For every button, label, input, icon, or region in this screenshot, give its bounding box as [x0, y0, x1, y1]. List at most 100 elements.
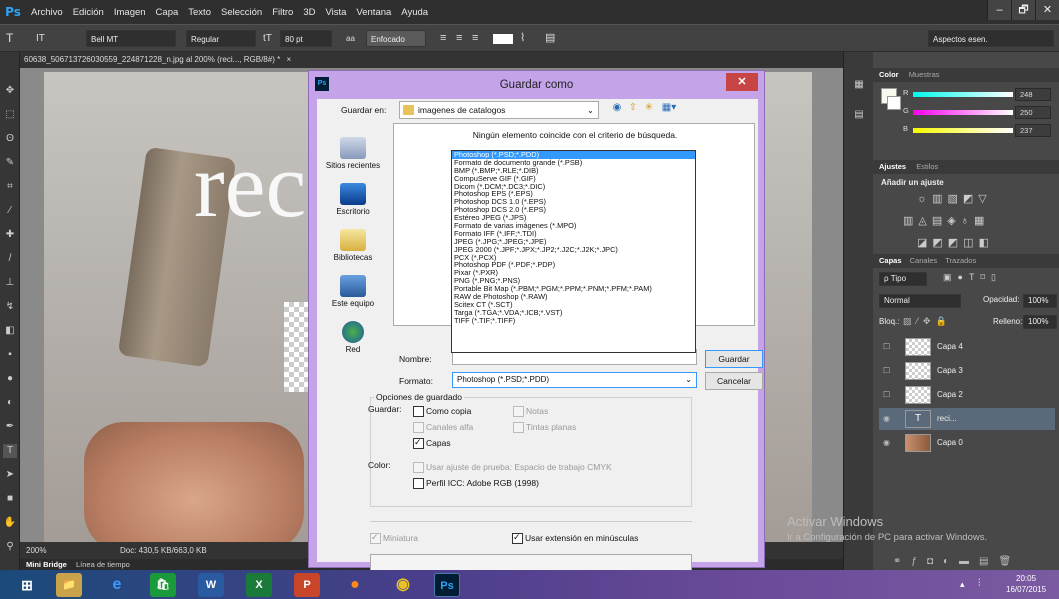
lowercase-extension-checkbox[interactable]: Usar extensión en minúsculas	[512, 532, 638, 544]
system-clock[interactable]: 20:05 16/07/2015	[1006, 573, 1046, 595]
adjustment-icons-row-2[interactable]: ▥◬▤◈♁▦	[903, 214, 989, 227]
properties-icon[interactable]: ▤	[852, 108, 866, 122]
document-tab[interactable]: 60638_506713726030559_224871228_n.jpg al…	[20, 52, 843, 68]
menu-capa[interactable]: Capa	[151, 7, 184, 18]
marquee-tool-icon[interactable]: ⬚	[3, 108, 17, 122]
format-option[interactable]: TIFF (*.TIF;*.TIFF)	[452, 316, 695, 325]
tab-color[interactable]: Color	[879, 70, 899, 79]
layer-row[interactable]: ☐ Capa 3	[879, 360, 1055, 382]
green-slider[interactable]: G 250	[903, 106, 1053, 120]
as-copy-checkbox[interactable]: Como copia	[413, 406, 471, 417]
look-in-select[interactable]: imagenes de catalogos ⌄	[399, 101, 599, 119]
red-value[interactable]: 248	[1015, 88, 1051, 101]
font-size-select[interactable]: 80 pt	[280, 30, 332, 47]
zoom-tool-icon[interactable]: ⚲	[3, 540, 17, 554]
dialog-close-button[interactable]: ✕	[726, 73, 758, 91]
spot-colors-checkbox[interactable]: Tintas planas	[513, 422, 576, 433]
align-left-icon[interactable]: ≡	[440, 30, 446, 47]
character-panel-icon[interactable]: ▤	[545, 30, 555, 47]
layer-kind-filter[interactable]: ρ Tipo	[879, 272, 927, 286]
menu-ayuda[interactable]: Ayuda	[396, 7, 433, 18]
dodge-tool-icon[interactable]: ◐	[3, 396, 17, 410]
menu-ventana[interactable]: Ventana	[351, 7, 396, 18]
tray-chevron-icon[interactable]: ▴	[960, 579, 965, 590]
up-folder-icon[interactable]: ⇧	[627, 102, 639, 114]
blue-value[interactable]: 237	[1015, 124, 1051, 137]
align-right-icon[interactable]: ≡	[472, 30, 478, 47]
blur-tool-icon[interactable]: ●	[3, 372, 17, 386]
store-icon[interactable]: 🛍	[150, 573, 176, 597]
layer-filter-icons[interactable]: ▣●T⌑▯	[943, 272, 1002, 283]
doc-info[interactable]: Doc: 430,5 KB/663,0 KB	[120, 542, 207, 559]
restore-button[interactable]: 🗗	[1011, 0, 1035, 20]
adjustment-icons-row-1[interactable]: ☼▥▧◩▽	[917, 192, 992, 205]
word-icon[interactable]: W	[198, 573, 224, 597]
tab-layers[interactable]: Capas	[879, 256, 902, 265]
red-slider[interactable]: R 248	[903, 88, 1053, 102]
eraser-tool-icon[interactable]: ◧	[3, 324, 17, 338]
close-window-button[interactable]: ✕	[1035, 0, 1059, 20]
format-dropdown-list[interactable]: Photoshop (*.PSD;*.PDD) Formato de docum…	[451, 150, 696, 353]
tab-paths[interactable]: Trazados	[939, 256, 976, 265]
place-this-pc[interactable]: Este equipo	[319, 275, 387, 308]
layer-row[interactable]: ◉ Capa 0	[879, 432, 1055, 454]
quick-select-tool-icon[interactable]: ✎	[3, 156, 17, 170]
alpha-channels-checkbox[interactable]: Canales alfa	[413, 422, 473, 433]
menu-3d[interactable]: 3D	[298, 7, 320, 18]
stamp-tool-icon[interactable]: ⊥	[3, 276, 17, 290]
crop-tool-icon[interactable]: ⌗	[3, 180, 17, 194]
menu-filtro[interactable]: Filtro	[267, 7, 298, 18]
visibility-off-icon[interactable]: ☐	[883, 342, 893, 352]
close-tab-icon[interactable]: ×	[282, 55, 291, 64]
minimize-button[interactable]: –	[987, 0, 1011, 20]
icc-profile-checkbox[interactable]: Perfil ICC: Adobe RGB (1998)	[413, 478, 539, 489]
font-style-select[interactable]: Regular	[186, 30, 256, 47]
save-button[interactable]: Guardar	[705, 350, 763, 368]
align-center-icon[interactable]: ≡	[456, 30, 462, 47]
layer-row-selected[interactable]: ◉ T reci...	[879, 408, 1055, 430]
blend-mode-select[interactable]: Normal	[879, 294, 961, 308]
menu-vista[interactable]: Vista	[320, 7, 351, 18]
visibility-eye-icon[interactable]: ◉	[883, 438, 893, 448]
network-tray-icon[interactable]: ⫶	[978, 578, 981, 589]
menu-imagen[interactable]: Imagen	[109, 7, 151, 18]
format-select[interactable]: Photoshop (*.PSD;*.PDD) ⌄	[452, 372, 697, 388]
text-tool-icon[interactable]: T	[3, 444, 17, 458]
visibility-off-icon[interactable]: ☐	[883, 366, 893, 376]
workspace-select[interactable]: Aspectos esen.	[928, 30, 1054, 47]
tab-mini-bridge[interactable]: Mini Bridge	[26, 559, 67, 570]
back-icon[interactable]: ◉	[611, 102, 623, 114]
thumbnail-checkbox[interactable]: Miniatura	[370, 532, 418, 544]
hand-tool-icon[interactable]: ✋	[3, 516, 17, 530]
file-explorer-icon[interactable]: 📁	[56, 573, 82, 597]
layer-actions-icons[interactable]: ⚭ƒ◘◐▬▤🗑	[893, 556, 1021, 567]
gradient-tool-icon[interactable]: ▪	[3, 348, 17, 362]
layer-row[interactable]: ☐ Capa 4	[879, 336, 1055, 358]
powerpoint-icon[interactable]: P	[294, 573, 320, 597]
place-recent[interactable]: Sitios recientes	[319, 137, 387, 170]
excel-icon[interactable]: X	[246, 573, 272, 597]
tab-styles[interactable]: Estilos	[908, 162, 938, 171]
background-color-swatch[interactable]	[887, 96, 901, 110]
photoshop-taskbar-icon[interactable]: Ps	[434, 573, 460, 597]
tab-swatches[interactable]: Muestras	[901, 70, 940, 79]
warp-text-icon[interactable]: ⌇	[520, 30, 525, 47]
menu-archivo[interactable]: Archivo	[26, 7, 68, 18]
pen-tool-icon[interactable]: ✒	[3, 420, 17, 434]
path-select-tool-icon[interactable]: ➤	[3, 468, 17, 482]
green-value[interactable]: 250	[1015, 106, 1051, 119]
place-desktop[interactable]: Escritorio	[319, 183, 387, 216]
shape-tool-icon[interactable]: ■	[3, 492, 17, 506]
zoom-level[interactable]: 200%	[26, 542, 46, 559]
type-tool-icon[interactable]: T	[6, 30, 13, 47]
menu-seleccion[interactable]: Selección	[216, 7, 267, 18]
new-folder-icon[interactable]: ✳	[643, 102, 655, 114]
place-libraries[interactable]: Bibliotecas	[319, 229, 387, 262]
visibility-eye-icon[interactable]: ◉	[883, 414, 893, 424]
menu-edicion[interactable]: Edición	[68, 7, 109, 18]
text-orientation-icon[interactable]: IT	[36, 30, 45, 47]
lock-icons[interactable]: ▨⁄✥🔒	[903, 316, 952, 327]
adjustment-icons-row-3[interactable]: ◪◩◩◫◧	[917, 236, 994, 249]
chrome-icon[interactable]: ◉	[390, 573, 416, 597]
firefox-icon[interactable]: ●	[342, 573, 368, 597]
